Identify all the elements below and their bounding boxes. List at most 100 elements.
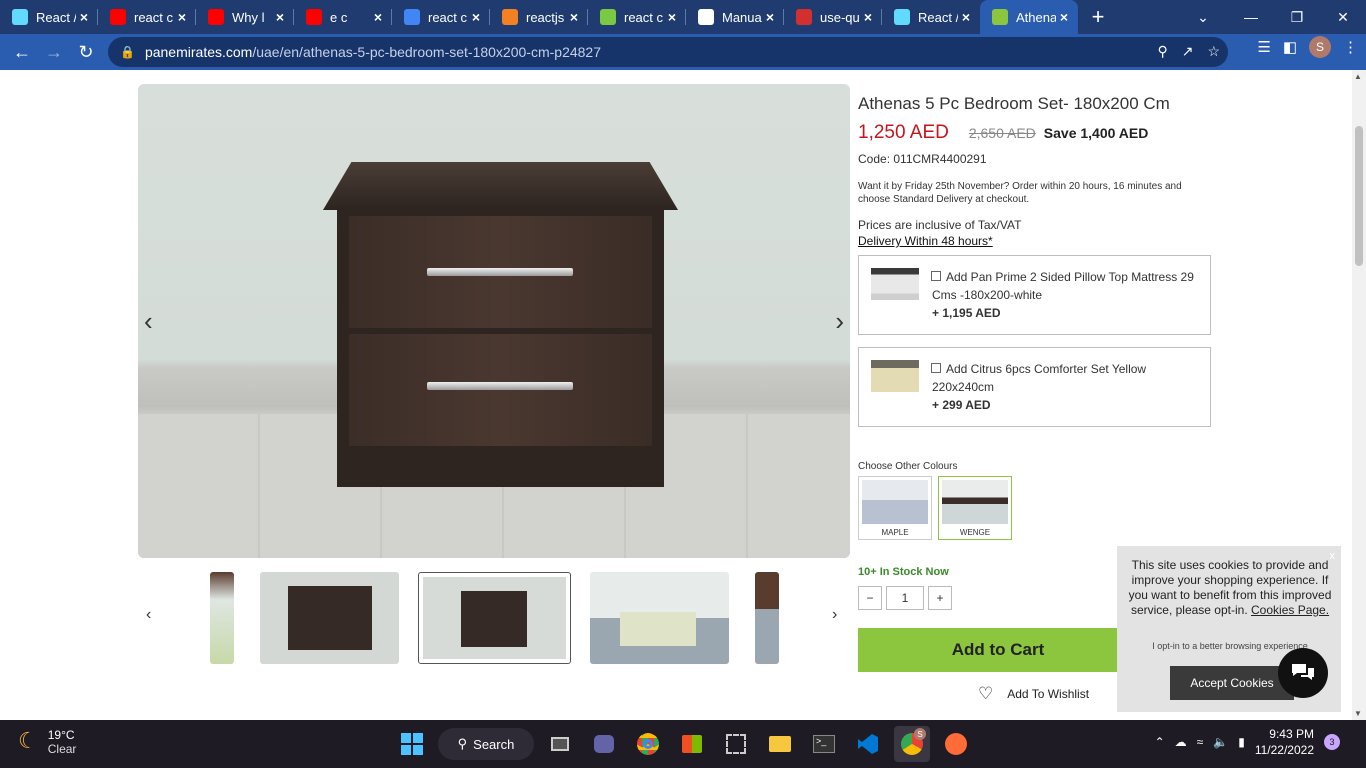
tab-close-icon[interactable]: × (174, 9, 190, 25)
tab-close-icon[interactable]: × (1056, 9, 1072, 25)
search-icon: ⚲ (457, 736, 468, 751)
battery-icon[interactable]: ▮ (1238, 735, 1245, 749)
tab-title: Athena (1016, 9, 1056, 25)
restore-icon[interactable]: ❐ (1274, 0, 1320, 34)
tab-close-icon[interactable]: × (468, 9, 484, 25)
qty-increase-button[interactable]: + (928, 586, 952, 610)
chat-bubbles-icon (1292, 664, 1314, 680)
terminal-icon[interactable]: >_ (806, 726, 842, 762)
media-controls-icon[interactable]: ☰ (1257, 38, 1270, 56)
browser-tab[interactable]: Athena × (980, 0, 1078, 34)
file-explorer-icon[interactable] (762, 726, 798, 762)
tab-title: react c (134, 9, 174, 25)
new-tab-button[interactable]: + (1078, 0, 1118, 34)
lock-icon: 🔒 (120, 45, 135, 59)
tab-close-icon[interactable]: × (958, 9, 974, 25)
back-arrow-icon[interactable]: ← (6, 36, 38, 68)
notification-badge[interactable]: 3 (1324, 734, 1340, 750)
addon-price: + 299 AED (932, 398, 991, 412)
bookmark-star-icon[interactable]: ☆ (1207, 43, 1220, 60)
react-icon (12, 9, 28, 25)
browser-tab[interactable]: react c × (392, 0, 490, 34)
postman-icon[interactable] (938, 726, 974, 762)
zoom-icon[interactable]: ⚲ (1157, 43, 1167, 60)
browser-tab[interactable]: e c × (294, 0, 392, 34)
start-icon[interactable] (394, 726, 430, 762)
tab-close-icon[interactable]: × (664, 9, 680, 25)
browser-tab[interactable]: react c × (98, 0, 196, 34)
qty-decrease-button[interactable]: − (858, 586, 882, 610)
tab-title: e c (330, 9, 348, 25)
tab-close-icon[interactable]: × (762, 9, 778, 25)
thumbnail-partial-left[interactable] (210, 572, 234, 664)
tab-close-icon[interactable]: × (272, 9, 288, 25)
close-window-icon[interactable]: ✕ (1320, 0, 1366, 34)
vscode-icon[interactable] (850, 726, 886, 762)
add-to-wishlist-link[interactable]: ♡ Add To Wishlist (978, 684, 1089, 704)
taskbar-search[interactable]: ⚲ Search (438, 728, 534, 760)
thumb-prev-arrow-icon[interactable]: ‹ (146, 606, 151, 624)
scroll-down-icon[interactable]: ▼ (1354, 709, 1362, 718)
addon-price: + 1,195 AED (932, 306, 1001, 320)
browser-tab[interactable]: React / × (882, 0, 980, 34)
profile-avatar[interactable]: S (1309, 36, 1331, 58)
tab-close-icon[interactable]: × (860, 9, 876, 25)
tab-close-icon[interactable]: × (76, 9, 92, 25)
store-icon[interactable] (674, 726, 710, 762)
nightstand-image (323, 162, 678, 487)
youtube-icon (208, 9, 224, 25)
forward-arrow-icon[interactable]: → (38, 36, 70, 68)
add-to-cart-button[interactable]: Add to Cart (858, 628, 1158, 672)
tray-chevron-icon[interactable]: ⌃ (1155, 735, 1165, 749)
windows-taskbar: ☾ 19°C Clear ⚲ Search >_ S ⌃ ☁ ≈ 🔈 ▮ 9:4… (0, 720, 1366, 768)
accept-cookies-button[interactable]: Accept Cookies (1170, 666, 1294, 700)
thumbnail-bedroom-set[interactable] (590, 572, 729, 664)
side-panel-icon[interactable]: ◧ (1283, 38, 1297, 56)
browser-tab[interactable]: React / × (0, 0, 98, 34)
chat-button[interactable] (1278, 648, 1328, 698)
share-icon[interactable]: ↗ (1182, 43, 1194, 60)
thumbnail-nightstand-angle[interactable] (260, 572, 399, 664)
tab-close-icon[interactable]: × (370, 9, 386, 25)
github-icon (698, 9, 714, 25)
task-view-icon[interactable] (542, 726, 578, 762)
weather-widget[interactable]: ☾ 19°C Clear (18, 728, 76, 756)
browser-tab[interactable]: react c × (588, 0, 686, 34)
thumbnail-nightstand-front[interactable] (418, 572, 571, 664)
browser-tab[interactable]: Manua × (686, 0, 784, 34)
thumbnail-partial-right[interactable] (755, 572, 779, 664)
scroll-thumb[interactable] (1355, 126, 1363, 266)
chrome-icon[interactable] (630, 726, 666, 762)
browser-tab[interactable]: reactjs × (490, 0, 588, 34)
onedrive-icon[interactable]: ☁ (1175, 735, 1187, 749)
clock-time: 9:43 PM (1269, 727, 1314, 741)
tab-close-icon[interactable]: × (566, 9, 582, 25)
page-scrollbar[interactable]: ▲ ▼ (1352, 70, 1366, 720)
delivery-link[interactable]: Delivery Within 48 hours* (858, 234, 1218, 248)
react-icon (894, 9, 910, 25)
vat-note: Prices are inclusive of Tax/VAT (858, 218, 1022, 232)
snipping-tool-icon[interactable] (718, 726, 754, 762)
stackoverflow-icon (502, 9, 518, 25)
thumb-next-arrow-icon[interactable]: › (832, 606, 837, 624)
wifi-icon[interactable]: ≈ (1197, 735, 1204, 749)
browser-tab[interactable]: Why l × (196, 0, 294, 34)
scroll-up-icon[interactable]: ▲ (1354, 72, 1362, 81)
chrome-active-icon[interactable]: S (894, 726, 930, 762)
colour-swatch-maple[interactable]: MAPLE (858, 476, 932, 540)
clock[interactable]: 9:43 PM 11/22/2022 (1255, 726, 1314, 758)
volume-icon[interactable]: 🔈 (1213, 735, 1228, 749)
image-prev-arrow-icon[interactable]: ‹ (144, 306, 153, 337)
tab-search-icon[interactable]: ⌄ (1180, 0, 1226, 34)
reload-icon[interactable]: ↻ (70, 36, 102, 68)
teams-chat-icon[interactable] (586, 726, 622, 762)
image-next-arrow-icon[interactable]: › (835, 306, 844, 337)
colour-swatch-wenge[interactable]: WENGE (938, 476, 1012, 540)
browser-tab[interactable]: use-qu × (784, 0, 882, 34)
tab-title: Why l (232, 9, 265, 25)
menu-kebab-icon[interactable]: ⋮ (1343, 38, 1358, 56)
address-bar[interactable]: 🔒 panemirates.com/uae/en/athenas-5-pc-be… (108, 37, 1228, 67)
cookies-page-link[interactable]: Cookies Page. (1251, 603, 1329, 617)
minimize-icon[interactable]: — (1228, 0, 1274, 34)
qty-input[interactable]: 1 (886, 586, 924, 610)
